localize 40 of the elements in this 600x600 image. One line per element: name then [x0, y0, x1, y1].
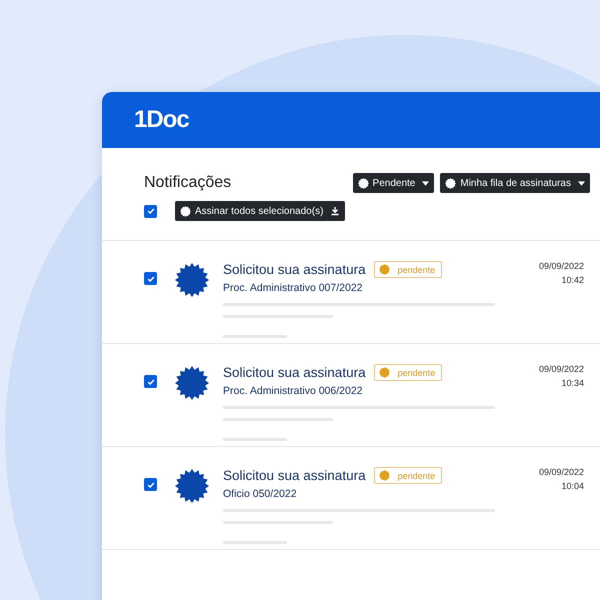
seal-icon — [175, 469, 209, 503]
seal-icon — [180, 206, 191, 216]
status-label: pendente — [398, 368, 436, 378]
notification-time: 10:42 — [561, 275, 584, 285]
sign-all-button[interactable]: Assinar todos selecionado(s) — [175, 201, 346, 221]
notification-time: 10:04 — [561, 481, 584, 491]
check-icon — [146, 207, 154, 215]
filter-dropdown[interactable]: Minha fila de assinaturas — [440, 173, 590, 193]
notification-date: 09/09/2022 — [538, 364, 584, 374]
seal-icon — [175, 263, 209, 297]
logo: 1Doc — [134, 106, 189, 134]
status-label: pendente — [398, 470, 436, 480]
notification-title: Solicitou sua assinatura — [223, 365, 366, 380]
check-icon — [146, 274, 154, 282]
seal-icon — [175, 366, 209, 400]
seal-icon — [445, 178, 456, 188]
caret-icon — [578, 180, 585, 186]
seal-icon — [358, 178, 369, 188]
notification-date: 09/09/2022 — [538, 467, 584, 477]
page-title: Notificações — [144, 174, 232, 192]
document-reference: Proc. Administrativo 007/2022 — [223, 282, 364, 294]
caret-icon — [422, 180, 430, 186]
seal-icon — [378, 470, 390, 481]
download-icon — [330, 206, 340, 216]
notification-title: Solicitou sua assinatura — [223, 262, 366, 277]
row-checkbox[interactable] — [144, 478, 157, 491]
filter-dropdown[interactable]: Pendente — [352, 173, 434, 193]
status-label: pendente — [398, 264, 436, 274]
seal-icon — [378, 367, 390, 378]
document-reference: Proc. Administrativo 006/2022 — [223, 385, 364, 397]
notification-title: Solicitou sua assinatura — [223, 468, 366, 483]
document-reference: Oficio 050/2022 — [223, 488, 298, 500]
seal-icon — [378, 264, 390, 275]
notification-date: 09/09/2022 — [538, 261, 584, 271]
check-icon — [146, 480, 154, 488]
check-icon — [146, 378, 154, 386]
row-checkbox[interactable] — [144, 375, 157, 388]
row-checkbox[interactable] — [144, 272, 157, 285]
notification-time: 10:34 — [561, 378, 584, 388]
select-all-checkbox[interactable] — [144, 204, 157, 218]
